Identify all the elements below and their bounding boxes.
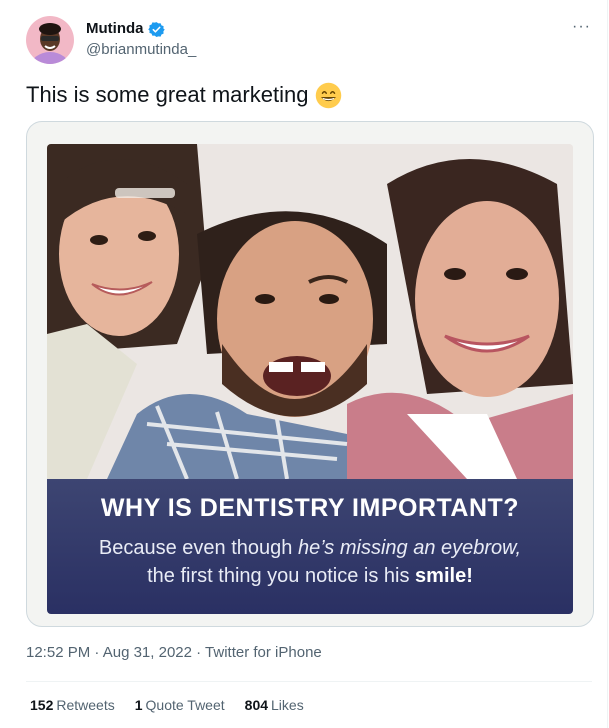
ad-banner: WHY IS DENTISTRY IMPORTANT? Because even…: [47, 479, 573, 614]
verified-badge-icon: [147, 21, 165, 37]
likes-label: Likes: [271, 697, 304, 713]
likes-stat[interactable]: 804 Likes: [245, 697, 304, 713]
banner-line-2-bold: smile!: [415, 565, 473, 587]
tweet-meta: 12:52 PM · Aug 31, 2022 · Twitter for iP…: [26, 643, 322, 663]
author-handle[interactable]: @brianmutinda_: [86, 40, 196, 60]
retweets-stat[interactable]: 152 Retweets: [30, 697, 115, 713]
tweet-text-content: This is some great marketing: [26, 82, 309, 107]
quote-tweets-label: Quote Tweet: [145, 697, 225, 713]
tweet-container: Mutinda @brianmutinda_ ··· This is some …: [0, 0, 608, 728]
meta-separator: ·: [90, 644, 103, 661]
banner-line-2: the first thing you notice is his smile!: [47, 565, 573, 588]
tweet-source-link[interactable]: Twitter for iPhone: [205, 644, 322, 661]
tweet-stats: 152 Retweets 1 Quote Tweet 804 Likes: [30, 697, 304, 713]
banner-title: WHY IS DENTISTRY IMPORTANT?: [100, 494, 520, 522]
tweet-time[interactable]: 12:52 PM: [26, 644, 90, 661]
retweets-label: Retweets: [56, 697, 115, 713]
banner-line-1-italic: he’s missing an eyebrow,: [297, 537, 522, 559]
author-name-row[interactable]: Mutinda: [86, 19, 165, 39]
dentistry-ad-image: WHY IS DENTISTRY IMPORTANT? Because even…: [47, 144, 573, 614]
author-name[interactable]: Mutinda: [86, 19, 144, 39]
more-options-icon[interactable]: ···: [572, 18, 591, 36]
divider: [26, 681, 592, 682]
likes-count: 804: [244, 697, 269, 713]
meta-separator: ·: [191, 644, 206, 661]
retweets-count: 152: [30, 697, 54, 713]
quote-tweets-stat[interactable]: 1 Quote Tweet: [135, 697, 225, 713]
tweet-media[interactable]: WHY IS DENTISTRY IMPORTANT? Because even…: [26, 121, 594, 627]
banner-line-1: Because even though he’s missing an eyeb…: [47, 537, 573, 560]
grinning-face-emoji-icon: [316, 82, 342, 108]
avatar-image: [26, 16, 74, 64]
tweet-text: This is some great marketing: [26, 81, 342, 109]
family-photo: [47, 144, 573, 480]
quote-tweets-count: 1: [134, 697, 143, 713]
banner-line-2-plain: the first thing you notice is his: [147, 565, 416, 587]
tweet-date[interactable]: Aug 31, 2022: [103, 644, 192, 661]
avatar[interactable]: [26, 16, 74, 64]
banner-line-1-plain: Because even though: [98, 537, 298, 559]
